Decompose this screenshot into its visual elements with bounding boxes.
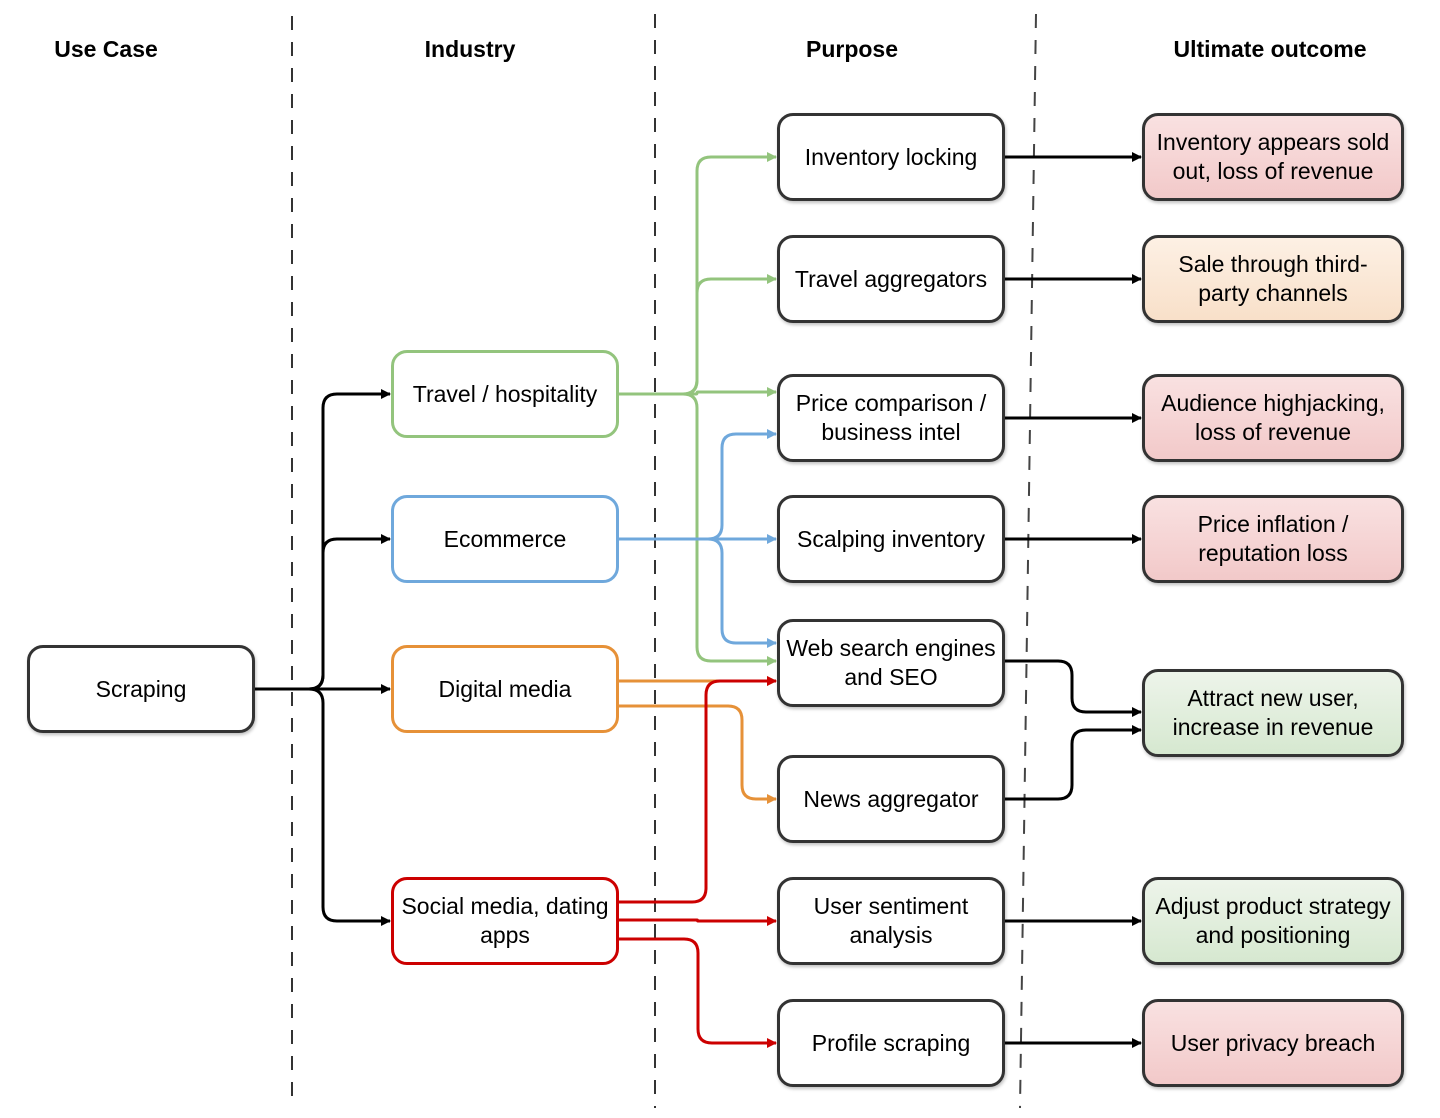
node-profile-scraping: Profile scraping (777, 999, 1005, 1087)
node-label: Scalping inventory (797, 525, 985, 552)
outcome-inventory-sold-out: Inventory appears sold out, loss of reve… (1142, 113, 1404, 201)
node-label: Price inflation / reputation loss (1197, 511, 1349, 566)
node-label: Web search engines and SEO (786, 635, 996, 690)
outcome-attract-new-users: Attract new user, increase in revenue (1142, 669, 1404, 757)
node-web-search-seo: Web search engines and SEO (777, 619, 1005, 707)
node-label: Ecommerce (443, 525, 567, 552)
scraping-use-case-diagram: Use Case Industry Purpose Ultimate outco… (0, 0, 1440, 1118)
edge-travel-to-travel-aggregators (619, 274, 777, 396)
edge-social-media-to-user-sentiment (619, 916, 777, 926)
node-label: Social media, dating apps (401, 893, 609, 948)
node-news-aggregator: News aggregator (777, 755, 1005, 843)
node-label: Travel / hospitality (412, 380, 598, 407)
node-label: Attract new user, increase in revenue (1172, 685, 1374, 740)
node-label: Scraping (95, 675, 187, 702)
node-label: Audience highjacking, loss of revenue (1161, 390, 1385, 445)
edge-web-search-to-out-attract (1005, 659, 1142, 717)
outcome-price-inflation: Price inflation / reputation loss (1142, 495, 1404, 583)
node-label: Adjust product strategy and positioning (1155, 893, 1391, 948)
node-label: Profile scraping (811, 1029, 971, 1056)
edge-news-aggregator-to-out-attract (1005, 725, 1142, 801)
node-label: Inventory locking (804, 143, 978, 170)
outcome-audience-highjacking: Audience highjacking, loss of revenue (1142, 374, 1404, 462)
edge-social-media-to-profile-scraping (619, 937, 777, 1048)
edge-scraping-to-ecommerce (255, 534, 391, 691)
node-label: User privacy breach (1170, 1029, 1376, 1056)
node-inventory-locking: Inventory locking (777, 113, 1005, 201)
node-social-media: Social media, dating apps (391, 877, 619, 965)
outcome-user-privacy-breach: User privacy breach (1142, 999, 1404, 1087)
node-label: News aggregator (803, 785, 979, 812)
node-travel-aggregators: Travel aggregators (777, 235, 1005, 323)
node-label: Travel aggregators (794, 265, 988, 292)
column-header-industry: Industry (424, 36, 516, 62)
node-scalping-inventory: Scalping inventory (777, 495, 1005, 583)
node-label: Sale through third-party channels (1178, 251, 1368, 306)
column-header-use-case: Use Case (54, 36, 158, 62)
column-header-outcome: Ultimate outcome (1173, 36, 1367, 62)
node-label: User sentiment analysis (813, 893, 969, 948)
edge-digital-media-to-news-aggregator (619, 704, 777, 804)
node-label: Digital media (438, 675, 572, 702)
outcome-adjust-product-strategy: Adjust product strategy and positioning (1142, 877, 1404, 965)
node-user-sentiment: User sentiment analysis (777, 877, 1005, 965)
node-scraping: Scraping (27, 645, 255, 733)
node-label: Inventory appears sold out, loss of reve… (1156, 129, 1390, 184)
node-label: Price comparison / business intel (795, 390, 987, 445)
node-travel-hospitality: Travel / hospitality (391, 350, 619, 438)
outcome-third-party-sales: Sale through third-party channels (1142, 235, 1404, 323)
node-digital-media: Digital media (391, 645, 619, 733)
column-divider (1019, 13, 1037, 1109)
edge-social-media-to-web-search (619, 676, 777, 904)
node-price-comparison: Price comparison / business intel (777, 374, 1005, 462)
column-header-purpose: Purpose (805, 36, 899, 62)
node-ecommerce: Ecommerce (391, 495, 619, 583)
edge-scraping-to-social-media (255, 687, 391, 926)
